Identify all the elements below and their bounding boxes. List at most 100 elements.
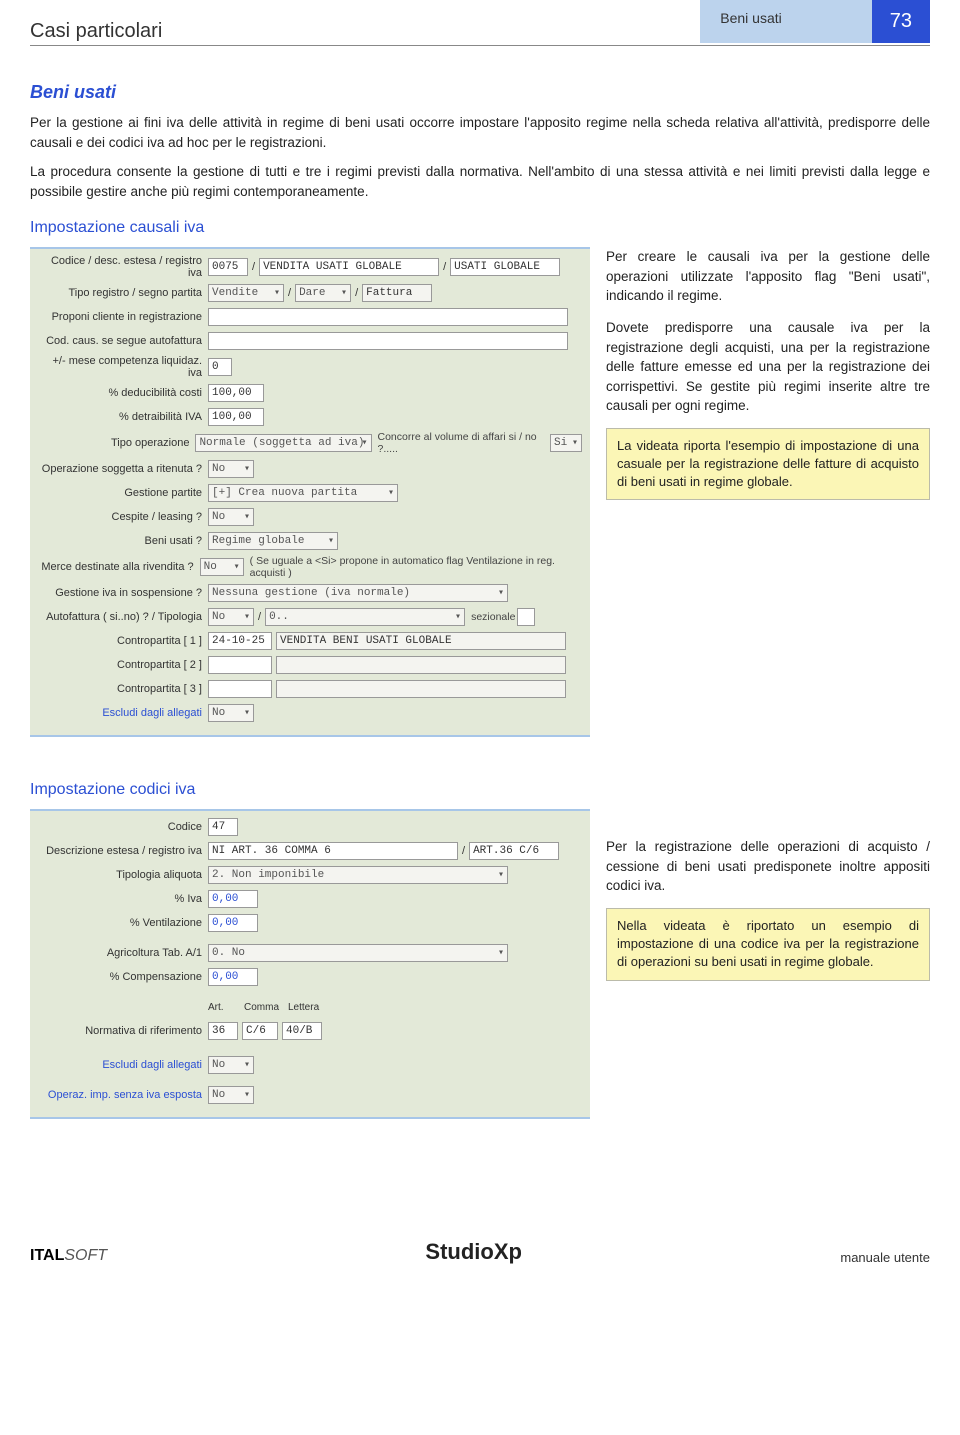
label-codice-desc: Codice / desc. estesa / registro iva <box>38 255 208 279</box>
label-codice2: Codice <box>38 821 208 833</box>
footer-doc-type: manuale utente <box>840 1250 930 1265</box>
causali-description: Per creare le causali iva per la gestion… <box>606 247 930 500</box>
input-normativa-comma[interactable]: C/6 <box>242 1022 278 1040</box>
label-perc-compensazione: % Compensazione <box>38 971 208 983</box>
input-contropartita-2-desc <box>276 656 566 674</box>
input-contropartita-1-code[interactable]: 24-10-25 <box>208 632 272 650</box>
label-operaz-imp: Operaz. imp. senza iva esposta <box>38 1089 208 1101</box>
input-codice[interactable]: 0075 <box>208 258 248 276</box>
header-right: Beni usati 73 <box>700 0 930 43</box>
input-codice2[interactable]: 47 <box>208 818 238 836</box>
input-perc-iva[interactable]: 0,00 <box>208 890 258 908</box>
label-contropartita-2: Contropartita [ 2 ] <box>38 659 208 671</box>
label-autofattura: Autofattura ( si..no) ? / Tipologia <box>38 611 208 623</box>
input-detraibilita[interactable]: 100,00 <box>208 408 264 426</box>
input-deducibilita[interactable]: 100,00 <box>208 384 264 402</box>
label-cespite: Cespite / leasing ? <box>38 511 208 523</box>
input-fattura: Fattura <box>362 284 432 302</box>
label-agricoltura: Agricoltura Tab. A/1 <box>38 947 208 959</box>
codici-description: Per la registrazione delle operazioni di… <box>606 809 930 980</box>
label-ritenuta: Operazione soggetta a ritenuta ? <box>38 463 208 475</box>
select-escludi-allegati[interactable]: No <box>208 704 254 722</box>
subhead-impostazione-causali: Impostazione causali iva <box>30 219 930 237</box>
section-title-beni-usati: Beni usati <box>30 82 930 103</box>
input-registro-iva[interactable]: USATI GLOBALE <box>450 258 560 276</box>
footer-product: StudioXp <box>425 1239 522 1265</box>
footer-brand-bold: ITAL <box>30 1247 64 1264</box>
subhead-impostazione-codici: Impostazione codici iva <box>30 781 930 799</box>
form-codici-iva: Codice 47 Descrizione estesa / registro … <box>30 809 590 1119</box>
label-beni-usati: Beni usati ? <box>38 535 208 547</box>
label-sezionale: sezionale <box>465 611 515 623</box>
label-perc-iva: % Iva <box>38 893 208 905</box>
input-normativa-lettera[interactable]: 40/B <box>282 1022 322 1040</box>
label-tipo-operazione: Tipo operazione <box>38 437 195 449</box>
select-autofattura[interactable]: No <box>208 608 254 626</box>
input-cod-caus[interactable] <box>208 332 568 350</box>
label-deducibilita: % deducibilità costi <box>38 387 208 399</box>
footer-brand-italic: SOFT <box>64 1247 107 1264</box>
select-beni-usati[interactable]: Regime globale <box>208 532 338 550</box>
select-escludi-allegati2[interactable]: No <box>208 1056 254 1074</box>
select-cespite[interactable]: No <box>208 508 254 526</box>
input-normativa-art[interactable]: 36 <box>208 1022 238 1040</box>
label-concorre-volume: Concorre al volume di affari si / no ?..… <box>372 431 547 455</box>
label-iva-sospensione: Gestione iva in sospensione ? <box>38 587 208 599</box>
input-mese-competenza[interactable]: 0 <box>208 358 232 376</box>
page-footer: ITALSOFT StudioXp manuale utente <box>30 1239 930 1265</box>
input-contropartita-3-code[interactable] <box>208 680 272 698</box>
select-gestione-partite[interactable]: [+] Crea nuova partita <box>208 484 398 502</box>
label-tipo-registro: Tipo registro / segno partita <box>38 287 208 299</box>
label-gestione-partite: Gestione partite <box>38 487 208 499</box>
causali-p1: Per creare le causali iva per la gestion… <box>606 247 930 306</box>
select-tipologia-aliquota[interactable]: 2. Non imponibile <box>208 866 508 884</box>
label-mese-competenza: +/- mese competenza liquidaz. iva <box>38 355 208 379</box>
intro-paragraph-1: Per la gestione ai fini iva delle attivi… <box>30 113 930 152</box>
header-art: Art. <box>208 1002 244 1013</box>
label-desc-estesa2: Descrizione estesa / registro iva <box>38 845 208 857</box>
label-tipologia-aliquota: Tipologia aliquota <box>38 869 208 881</box>
input-desc-estesa[interactable]: VENDITA USATI GLOBALE <box>259 258 439 276</box>
input-desc-estesa2[interactable]: NI ART. 36 COMMA 6 <box>208 842 458 860</box>
intro-paragraph-2: La procedura consente la gestione di tut… <box>30 162 930 201</box>
input-perc-ventilazione[interactable]: 0,00 <box>208 914 258 932</box>
select-tipo-operazione[interactable]: Normale (soggetta ad iva) <box>195 434 371 452</box>
label-detraibilita: % detraibilità IVA <box>38 411 208 423</box>
note-ventilazione: ( Se uguale a <Si> propone in automatico… <box>244 555 582 579</box>
select-tipo-registro[interactable]: Vendite <box>208 284 284 302</box>
select-iva-sospensione[interactable]: Nessuna gestione (iva normale) <box>208 584 508 602</box>
codici-p1: Per la registrazione delle operazioni di… <box>606 837 930 896</box>
label-escludi-allegati2: Escludi dagli allegati <box>38 1059 208 1071</box>
note-codici: Nella videata è riportato un esempio di … <box>606 908 930 981</box>
label-contropartita-1: Contropartita [ 1 ] <box>38 635 208 647</box>
label-cod-caus-autofattura: Cod. caus. se segue autofattura <box>38 335 208 347</box>
header-lettera: Lettera <box>288 1002 332 1013</box>
label-normativa: Normativa di riferimento <box>38 1025 208 1037</box>
footer-brand: ITALSOFT <box>30 1247 107 1265</box>
label-escludi-allegati: Escludi dagli allegati <box>38 707 208 719</box>
input-perc-compensazione[interactable]: 0,00 <box>208 968 258 986</box>
label-merce-rivendita: Merce destinate alla rivendita ? <box>38 561 200 573</box>
select-segno[interactable]: Dare <box>295 284 351 302</box>
select-tipologia-autofattura[interactable]: 0.. <box>265 608 465 626</box>
select-concorre[interactable]: Si <box>550 434 582 452</box>
causali-p2: Dovete predisporre una causale iva per l… <box>606 318 930 416</box>
tab-label: Beni usati <box>700 0 871 43</box>
input-registro-iva2[interactable]: ART.36 C/6 <box>469 842 559 860</box>
label-proponi-cliente: Proponi cliente in registrazione <box>38 311 208 323</box>
input-contropartita-2-code[interactable] <box>208 656 272 674</box>
select-merce-rivendita[interactable]: No <box>200 558 244 576</box>
select-ritenuta[interactable]: No <box>208 460 254 478</box>
chapter-title: Casi particolari <box>30 20 700 43</box>
select-agricoltura[interactable]: 0. No <box>208 944 508 962</box>
input-proponi-cliente[interactable] <box>208 308 568 326</box>
page-number: 73 <box>872 0 930 43</box>
input-contropartita-3-desc <box>276 680 566 698</box>
input-contropartita-1-desc: VENDITA BENI USATI GLOBALE <box>276 632 566 650</box>
label-perc-ventilazione: % Ventilazione <box>38 917 208 929</box>
header-comma: Comma <box>244 1002 288 1013</box>
select-operaz-imp[interactable]: No <box>208 1086 254 1104</box>
page-header: Casi particolari Beni usati 73 <box>30 0 930 46</box>
input-sezionale[interactable] <box>517 608 535 626</box>
note-causali: La videata riporta l'esempio di impostaz… <box>606 428 930 501</box>
